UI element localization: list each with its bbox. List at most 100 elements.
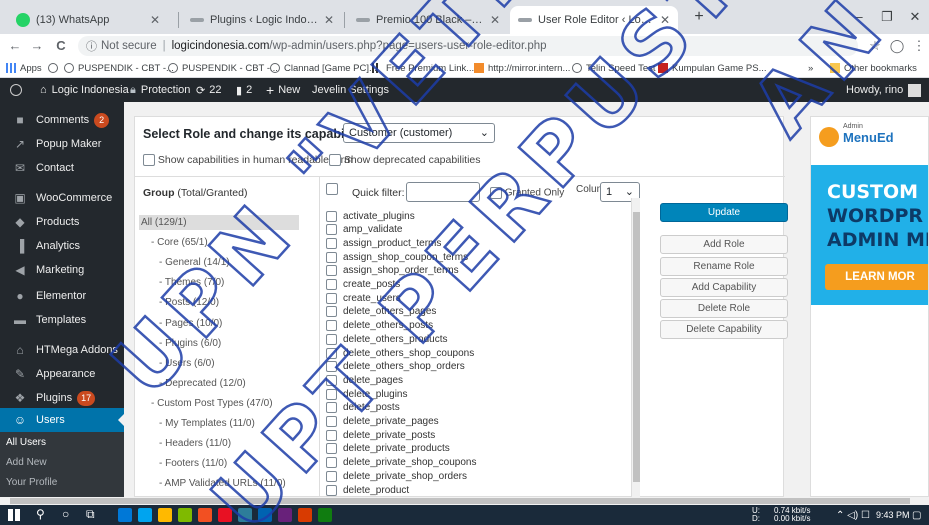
capability-item[interactable]: delete_private_products [326,442,450,456]
taskbar-app-icon[interactable] [238,508,252,522]
add-capability-button[interactable]: Add Capability [660,278,788,297]
jevelin-settings-link[interactable]: Jevelin Settings [312,78,389,102]
capability-item[interactable]: create_users [326,291,401,305]
bookmark-puspendik-2[interactable]: PUSPENDIK - CBT -... [168,61,278,75]
group-item[interactable]: - Headers (11/0) [159,438,231,449]
close-icon[interactable]: ✕ [324,13,334,27]
capability-checkbox[interactable] [326,388,337,400]
capability-item[interactable]: assign_shop_order_terms [326,264,459,278]
taskbar-app-icon[interactable] [178,508,192,522]
sidebar-item-comments[interactable]: ■ Comments 2 [0,108,124,132]
sidebar-item-products[interactable]: ◆ Products [0,210,124,234]
sidebar-item-htmega-addons[interactable]: ⌂ HTMega Addons [0,338,124,362]
deprecated-checkbox[interactable] [329,154,341,167]
delete-role-button[interactable]: Delete Role [660,299,788,318]
taskbar-app-icon[interactable] [278,508,292,522]
capability-checkbox[interactable] [326,279,337,290]
taskbar-app-icon[interactable] [118,508,132,522]
tab-premio[interactable]: Premio 100 Black – Logic Indone ✕ [348,6,508,34]
group-item[interactable]: - Posts (12/0) [159,297,219,308]
group-item[interactable]: - Deprecated (12/0) [159,378,246,389]
capability-item[interactable]: delete_posts [326,401,400,415]
submenu-all-users[interactable]: All Users [0,432,124,452]
page-horizontal-scrollbar[interactable] [0,497,929,505]
capability-item[interactable]: activate_plugins [326,209,415,223]
task-view-icon[interactable]: ⧉ [86,507,95,522]
sidebar-item-popup-maker[interactable]: ↗ Popup Maker [0,132,124,156]
group-item[interactable]: - Themes (7/0) [159,277,224,288]
human-readable-option[interactable]: Show capabilities in human readable form [143,154,353,167]
submenu-your-profile[interactable]: Your Profile [0,472,124,492]
capability-item[interactable]: delete_private_shop_coupons [326,456,476,470]
learn-more-button[interactable]: LEARN MOR [825,264,928,290]
bookmark-clannad[interactable]: Clannad [Game PC]... [270,61,377,75]
cortana-icon[interactable]: ○ [62,507,69,521]
bookmark-telin[interactable]: Telin Speed Test [572,61,656,75]
profile-icon[interactable]: ◯ [888,37,906,55]
capability-item[interactable]: assign_shop_coupon_terms [326,250,468,264]
group-item[interactable]: - Footers (11/0) [159,458,227,469]
back-button[interactable]: ← [6,37,24,55]
sidebar-item-marketing[interactable]: ◀ Marketing [0,258,124,282]
minimize-button[interactable]: – [844,4,874,30]
capability-checkbox[interactable] [326,237,337,249]
capability-checkbox[interactable] [326,210,337,222]
role-select[interactable]: Customer (customer) ⌄ [343,123,495,143]
updates-link[interactable]: ⟳ 22 [196,78,221,102]
capability-item[interactable]: delete_others_shop_orders [326,360,465,374]
sidebar-item-woocommerce[interactable]: ▣ WooCommerce [0,186,124,210]
clock[interactable]: 9:43 PM [876,505,910,525]
update-button[interactable]: Update [660,203,788,222]
taskbar-app-icon[interactable] [158,508,172,522]
taskbar-app-icon[interactable] [318,508,332,522]
tab-user-role-editor[interactable]: User Role Editor ‹ Logic Indonesi ✕ [510,6,678,34]
quick-filter-input[interactable] [406,182,480,202]
sidebar-item-users[interactable]: ☺ Users [0,408,124,432]
capability-item[interactable]: assign_product_terms [326,236,441,250]
site-name-link[interactable]: ⌂ Logic Indonesia [40,78,129,102]
deprecated-option[interactable]: Show deprecated capabilities [329,154,481,167]
taskbar-app-icon[interactable] [218,508,232,522]
capability-item[interactable]: delete_private_posts [326,428,435,442]
select-all-checkbox[interactable] [326,183,338,195]
tab-plugins[interactable]: Plugins ‹ Logic Indonesia — Wor ✕ [182,6,342,34]
bookmark-globe[interactable] [48,61,62,75]
menu-icon[interactable]: ⋮ [910,37,928,55]
notification-icon[interactable]: ▢ [912,505,921,525]
capability-checkbox[interactable] [326,320,337,332]
capability-checkbox[interactable] [326,470,337,482]
forward-button[interactable]: → [28,37,46,55]
address-bar[interactable]: ⓘ Not secure | logicindonesia.com /wp-ad… [78,36,858,56]
capability-item[interactable]: delete_plugins [326,387,408,401]
reload-button[interactable]: C [52,37,70,55]
sidebar-item-analytics[interactable]: ▐ Analytics [0,234,124,258]
group-item[interactable]: All (129/1) [139,215,299,230]
capability-checkbox[interactable] [326,265,337,277]
info-icon[interactable]: ⓘ [86,38,97,54]
scrollbar-thumb[interactable] [10,498,910,504]
sidebar-item-appearance[interactable]: ✎ Appearance [0,362,124,386]
taskbar-app-icon[interactable] [258,508,272,522]
sidebar-item-templates[interactable]: ▬ Templates [0,308,124,332]
delete-capability-button[interactable]: Delete Capability [660,320,788,339]
bookmarks-overflow[interactable]: » [808,61,813,75]
search-icon[interactable]: ⚲ [36,507,45,521]
capability-checkbox[interactable] [326,292,337,304]
taskbar-app-icon[interactable] [138,508,152,522]
taskbar-app-icon[interactable] [298,508,312,522]
bookmark-star-icon[interactable]: ☆ [866,37,884,55]
capability-item[interactable]: create_posts [326,278,400,292]
group-item[interactable]: - Plugins (6/0) [159,338,221,349]
capability-checkbox[interactable] [326,374,337,386]
capability-item[interactable]: delete_private_shop_orders [326,469,467,483]
capability-item[interactable]: delete_others_posts [326,319,433,333]
group-item[interactable]: - General (14/1) [159,257,230,268]
capability-checkbox[interactable] [326,416,337,427]
bookmark-kumpulan[interactable]: Kumpulan Game PS... [658,61,767,75]
close-icon[interactable]: ✕ [150,13,160,27]
taskbar-app-icon[interactable] [198,508,212,522]
capability-item[interactable]: delete_others_products [326,332,448,346]
bookmark-puspendik-1[interactable]: PUSPENDIK - CBT -... [64,61,174,75]
howdy-account-link[interactable]: Howdy, rino [846,78,922,102]
group-item[interactable]: - My Templates (11/0) [159,418,255,429]
